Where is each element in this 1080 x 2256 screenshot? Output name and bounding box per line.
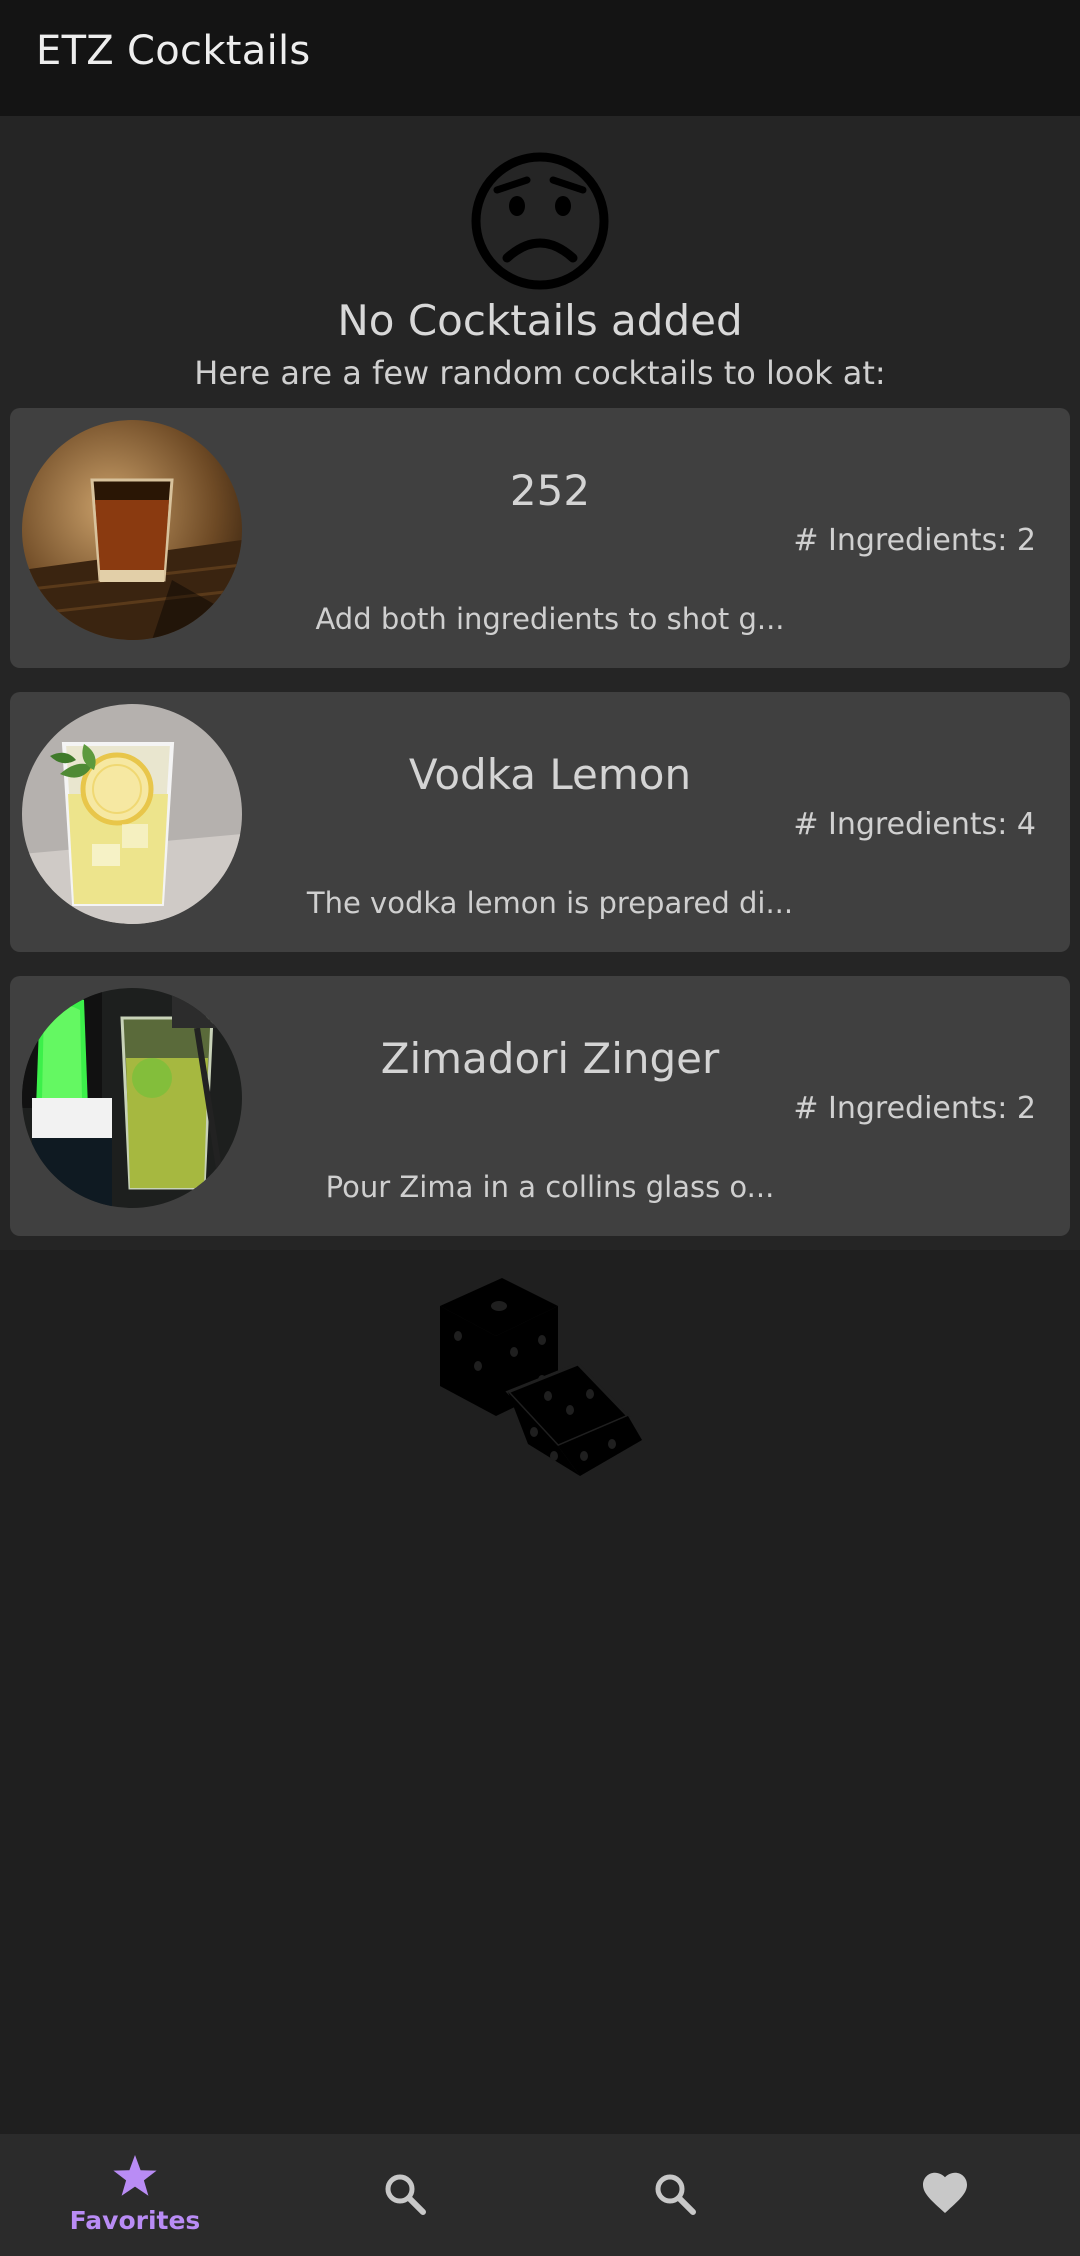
cocktail-card[interactable]: Zimadori Zinger # Ingredients: 2 Pour Zi… xyxy=(10,976,1070,1236)
dice-icon[interactable] xyxy=(430,1244,650,1484)
nav-label-favorites: Favorites xyxy=(69,2206,201,2235)
cocktail-image xyxy=(22,704,242,924)
empty-state-subtitle: Here are a few random cocktails to look … xyxy=(194,354,886,392)
ingredient-count: # Ingredients: 2 xyxy=(793,1091,1036,1126)
cocktail-image xyxy=(22,988,242,1208)
cocktail-card[interactable]: 252 # Ingredients: 2 Add both ingredient… xyxy=(10,408,1070,668)
cocktail-card[interactable]: Vodka Lemon # Ingredients: 4 The vodka l… xyxy=(10,692,1070,952)
cocktail-image xyxy=(22,420,242,640)
star-icon xyxy=(113,2155,157,2196)
search-icon xyxy=(655,2174,696,2215)
sad-face-icon xyxy=(471,152,609,290)
random-cocktails-panel: No Cocktails added Here are a few random… xyxy=(0,116,1080,1250)
cocktail-description: The vodka lemon is prepared di... xyxy=(306,886,794,920)
app-bar: ETZ Cocktails xyxy=(0,0,1080,116)
ingredient-count: # Ingredients: 2 xyxy=(793,523,1036,558)
ingredient-count: # Ingredients: 4 xyxy=(793,807,1036,842)
search-icon xyxy=(385,2174,426,2215)
app-title: ETZ Cocktails xyxy=(36,28,311,74)
bottom-navigation: Favorites xyxy=(0,2134,1080,2256)
cocktail-name: Vodka Lemon xyxy=(408,750,692,799)
cocktail-name: Zimadori Zinger xyxy=(380,1034,720,1083)
nav-search-1[interactable] xyxy=(270,2134,540,2256)
nav-favorites[interactable]: Favorites xyxy=(0,2134,270,2256)
nav-favorites-heart[interactable] xyxy=(810,2134,1080,2256)
main-content[interactable]: No Cocktails added Here are a few random… xyxy=(0,116,1080,2134)
cocktail-name: 252 xyxy=(509,466,591,515)
heart-icon xyxy=(923,2172,967,2213)
cocktail-description: Pour Zima in a collins glass o... xyxy=(325,1170,775,1204)
nav-search-2[interactable] xyxy=(540,2134,810,2256)
cocktail-description: Add both ingredients to shot g... xyxy=(315,602,785,636)
empty-state-title: No Cocktails added xyxy=(337,296,743,345)
